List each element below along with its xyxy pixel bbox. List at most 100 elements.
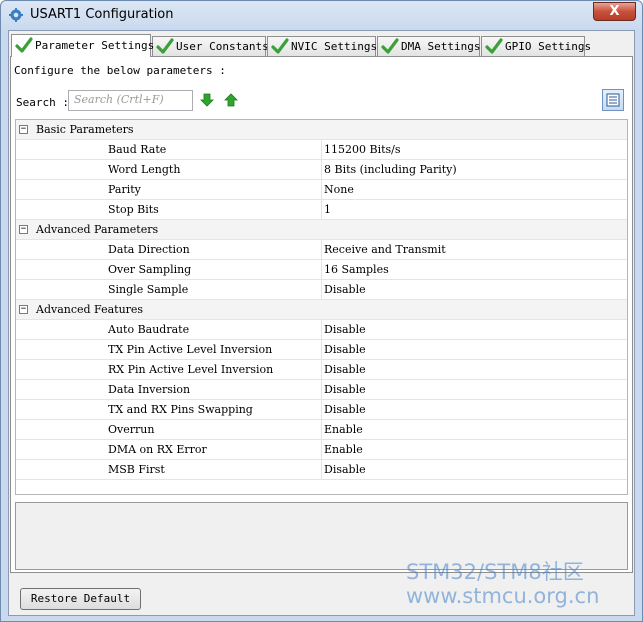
param-name: Over Sampling xyxy=(108,263,192,276)
param-value[interactable]: 1 xyxy=(324,203,331,216)
watermark: STM32/STM8社区 www.stmcu.org.cn xyxy=(406,560,599,608)
column-divider xyxy=(321,180,322,200)
column-divider xyxy=(321,280,322,300)
param-name: MSB First xyxy=(108,463,165,476)
tab-user-constants[interactable]: User Constants xyxy=(152,36,269,56)
tab-label: GPIO Settings xyxy=(505,40,592,53)
search-input[interactable]: Search (Crtl+F) xyxy=(68,90,193,111)
column-divider xyxy=(321,140,322,160)
param-value[interactable]: Disable xyxy=(324,343,366,356)
param-value[interactable]: Disable xyxy=(324,383,366,396)
column-divider xyxy=(321,360,322,380)
group-advanced-features[interactable]: − Advanced Features xyxy=(16,300,627,320)
param-row-auto-baudrate[interactable]: Auto Baudrate Disable xyxy=(16,320,627,340)
column-divider xyxy=(321,420,322,440)
tab-parameter-settings[interactable]: Parameter Settings xyxy=(11,34,155,57)
column-divider xyxy=(321,260,322,280)
param-value[interactable]: Receive and Transmit xyxy=(324,243,446,256)
param-row-rx-pin-inversion[interactable]: RX Pin Active Level Inversion Disable xyxy=(16,360,627,380)
title-bar[interactable]: USART1 Configuration X xyxy=(1,1,642,29)
collapse-icon[interactable]: − xyxy=(19,125,28,134)
collapse-icon[interactable]: − xyxy=(19,225,28,234)
param-name: Word Length xyxy=(108,163,181,176)
tab-label: NVIC Settings xyxy=(291,40,378,53)
close-button[interactable]: X xyxy=(593,2,636,21)
parameter-tree: − Basic Parameters Baud Rate 115200 Bits… xyxy=(15,119,628,495)
param-name: Single Sample xyxy=(108,283,189,296)
tab-label: Parameter Settings xyxy=(35,39,155,52)
column-divider xyxy=(321,320,322,340)
param-value[interactable]: Enable xyxy=(324,443,363,456)
list-view-icon xyxy=(606,93,620,107)
param-row-data-inversion[interactable]: Data Inversion Disable xyxy=(16,380,627,400)
checkmark-icon xyxy=(271,38,289,54)
param-value[interactable]: 16 Samples xyxy=(324,263,389,276)
param-row-single-sample[interactable]: Single Sample Disable xyxy=(16,280,627,300)
watermark-line2: www.stmcu.org.cn xyxy=(406,584,600,608)
param-name: DMA on RX Error xyxy=(108,443,207,456)
param-row-parity[interactable]: Parity None xyxy=(16,180,627,200)
param-value[interactable]: 8 Bits (including Parity) xyxy=(324,163,457,176)
group-advanced-parameters[interactable]: − Advanced Parameters xyxy=(16,220,627,240)
column-divider xyxy=(321,160,322,180)
param-row-data-direction[interactable]: Data Direction Receive and Transmit xyxy=(16,240,627,260)
group-basic-parameters[interactable]: − Basic Parameters xyxy=(16,120,627,140)
column-divider xyxy=(321,240,322,260)
param-row-msb-first[interactable]: MSB First Disable xyxy=(16,460,627,480)
collapse-icon[interactable]: − xyxy=(19,305,28,314)
param-row-over-sampling[interactable]: Over Sampling 16 Samples xyxy=(16,260,627,280)
tab-dma-settings[interactable]: DMA Settings xyxy=(377,36,480,56)
column-divider xyxy=(321,460,322,480)
configure-instructions: Configure the below parameters : xyxy=(14,64,226,77)
tab-strip: Parameter Settings User Constants NVIC S… xyxy=(11,34,631,57)
param-name: Baud Rate xyxy=(108,143,167,156)
tab-nvic-settings[interactable]: NVIC Settings xyxy=(267,36,378,56)
param-value[interactable]: Enable xyxy=(324,423,363,436)
param-value[interactable]: Disable xyxy=(324,323,366,336)
param-value[interactable]: Disable xyxy=(324,283,366,296)
group-label: Advanced Features xyxy=(36,303,144,316)
arrow-down-icon[interactable] xyxy=(199,92,215,108)
checkmark-icon xyxy=(381,38,399,54)
close-icon: X xyxy=(609,4,620,19)
checkmark-icon xyxy=(156,38,174,54)
restore-default-button[interactable]: Restore Default xyxy=(20,588,141,610)
param-name: Data Inversion xyxy=(108,383,191,396)
column-divider xyxy=(321,440,322,460)
param-row-pins-swapping[interactable]: TX and RX Pins Swapping Disable xyxy=(16,400,627,420)
tab-gpio-settings[interactable]: GPIO Settings xyxy=(481,36,591,56)
param-name: Parity xyxy=(108,183,141,196)
param-name: RX Pin Active Level Inversion xyxy=(108,363,274,376)
window-title: USART1 Configuration xyxy=(30,7,174,22)
list-view-button[interactable] xyxy=(602,89,624,111)
column-divider xyxy=(321,380,322,400)
gear-icon xyxy=(9,8,23,22)
param-name: Data Direction xyxy=(108,243,190,256)
tab-label: User Constants xyxy=(176,40,269,53)
column-divider xyxy=(321,200,322,220)
group-label: Advanced Parameters xyxy=(36,223,159,236)
checkmark-icon xyxy=(485,38,503,54)
watermark-line1: STM32/STM8社区 xyxy=(406,560,584,584)
param-name: Overrun xyxy=(108,423,155,436)
param-row-dma-on-rx-error[interactable]: DMA on RX Error Enable xyxy=(16,440,627,460)
checkmark-icon xyxy=(15,37,33,53)
column-divider xyxy=(321,400,322,420)
param-row-stop-bits[interactable]: Stop Bits 1 xyxy=(16,200,627,220)
dialog-content: Parameter Settings User Constants NVIC S… xyxy=(8,30,635,616)
param-row-overrun[interactable]: Overrun Enable xyxy=(16,420,627,440)
param-row-tx-pin-inversion[interactable]: TX Pin Active Level Inversion Disable xyxy=(16,340,627,360)
param-name: TX Pin Active Level Inversion xyxy=(108,343,273,356)
param-value[interactable]: Disable xyxy=(324,403,366,416)
tab-label: DMA Settings xyxy=(401,40,481,53)
param-value[interactable]: Disable xyxy=(324,363,366,376)
param-value[interactable]: Disable xyxy=(324,463,366,476)
param-value[interactable]: 115200 Bits/s xyxy=(324,143,401,156)
search-label: Search : xyxy=(16,96,69,109)
param-row-baud-rate[interactable]: Baud Rate 115200 Bits/s xyxy=(16,140,627,160)
param-value[interactable]: None xyxy=(324,183,354,196)
param-name: Stop Bits xyxy=(108,203,159,216)
param-row-word-length[interactable]: Word Length 8 Bits (including Parity) xyxy=(16,160,627,180)
param-name: TX and RX Pins Swapping xyxy=(108,403,253,416)
arrow-up-icon[interactable] xyxy=(223,92,239,108)
